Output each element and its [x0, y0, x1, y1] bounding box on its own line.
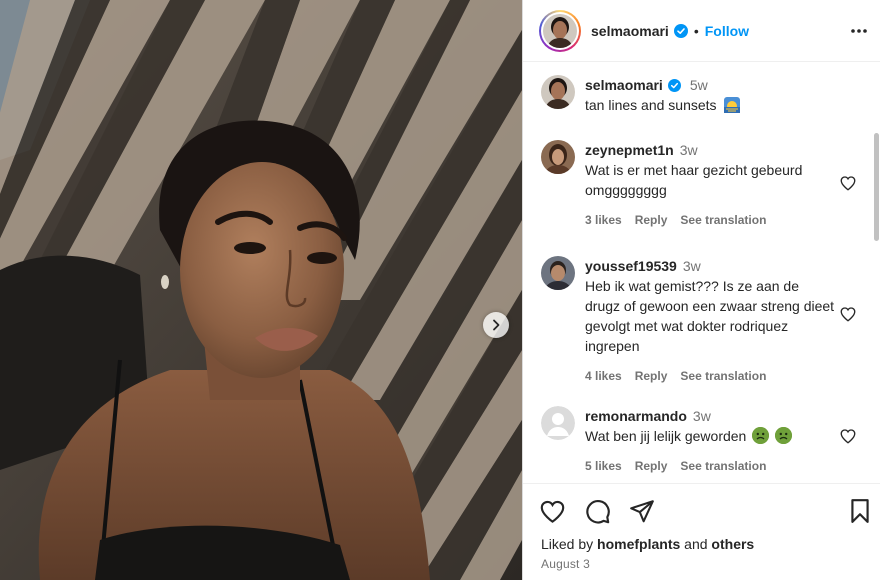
author-avatar-story-ring[interactable] [539, 9, 581, 52]
see-translation-button[interactable]: See translation [680, 369, 766, 383]
heart-icon[interactable] [539, 498, 566, 525]
comment-item: youssef19539 3w Heb ik wat gemist??? Is z… [541, 256, 880, 386]
comment-item: zeynepmet1n 3w Wat is er met haar gezicht… [541, 140, 880, 230]
comment-time[interactable]: 3w [693, 408, 711, 424]
comment-like-heart-icon[interactable] [839, 174, 857, 192]
comment-username[interactable]: zeynepmet1n [585, 142, 674, 158]
comment-time[interactable]: 3w [680, 142, 698, 158]
comment-meta: 3 likes Reply See translation [585, 210, 835, 230]
see-translation-button[interactable]: See translation [680, 459, 766, 473]
sunset-emoji-icon [724, 97, 741, 113]
verified-badge-icon [673, 23, 688, 38]
comment-like-heart-icon[interactable] [839, 427, 857, 445]
liked-by-user[interactable]: homefplants [597, 536, 680, 552]
author-avatar [543, 13, 577, 48]
reply-button[interactable]: Reply [635, 213, 668, 227]
commenter-avatar[interactable] [541, 140, 575, 174]
comment-text: Heb ik wat gemist??? Is ze aan de drugz … [585, 278, 835, 354]
separator-dot: • [693, 22, 699, 39]
comment-text: Wat ben jij lelijk geworden [585, 428, 747, 444]
bookmark-icon[interactable] [848, 498, 872, 524]
more-options-icon[interactable] [850, 22, 868, 40]
comment-likes-count[interactable]: 3 likes [585, 213, 622, 227]
author-avatar[interactable] [541, 75, 575, 109]
comment-icon[interactable] [584, 498, 611, 525]
liked-by-summary: Liked by homefplants and others [541, 536, 754, 552]
liked-by-others[interactable]: others [711, 536, 754, 552]
next-photo-button[interactable] [483, 312, 509, 338]
comment-like-heart-icon[interactable] [839, 305, 857, 323]
photo-image [0, 0, 522, 580]
comments-list[interactable]: selmaomari 5w tan lines and sunsets zeyn… [523, 63, 880, 483]
caption-time[interactable]: 5w [690, 77, 708, 93]
follow-button[interactable]: Follow [705, 23, 749, 39]
comment-meta: 5 likes Reply See translation [585, 456, 835, 476]
post-side-panel: selmaomari • Follow selmaomari 5w tan li… [522, 0, 880, 580]
post-header: selmaomari • Follow [523, 0, 880, 62]
comment-likes-count[interactable]: 5 likes [585, 459, 622, 473]
author-username[interactable]: selmaomari [591, 23, 669, 39]
paper-plane-icon[interactable] [629, 498, 655, 524]
liked-by-prefix: Liked by [541, 536, 598, 552]
comment-likes-count[interactable]: 4 likes [585, 369, 622, 383]
comment-meta: 4 likes Reply See translation [585, 366, 835, 386]
liked-by-and: and [680, 536, 712, 552]
comment-item: remonarmando 3w Wat ben jij lelijk geword… [541, 406, 880, 476]
reply-button[interactable]: Reply [635, 369, 668, 383]
comment-time[interactable]: 3w [683, 258, 701, 274]
verified-badge-icon [667, 79, 681, 92]
nauseated-face-emoji-icon [752, 427, 770, 444]
caption-text: tan lines and sunsets [585, 97, 717, 113]
see-translation-button[interactable]: See translation [680, 213, 766, 227]
post-date[interactable]: August 3 [541, 557, 590, 571]
chevron-right-icon [493, 319, 500, 331]
post-modal: selmaomari • Follow selmaomari 5w tan li… [0, 0, 880, 580]
comment-text: Wat is er met haar gezicht gebeurd omggg… [585, 162, 803, 198]
comment-username[interactable]: remonarmando [585, 408, 687, 424]
nauseated-face-emoji-icon [775, 427, 793, 444]
commenter-avatar[interactable] [541, 256, 575, 290]
reply-button[interactable]: Reply [635, 459, 668, 473]
post-actions: Liked by homefplants and others August 3 [523, 483, 880, 580]
comments-scrollbar[interactable] [874, 133, 879, 241]
comment-username[interactable]: youssef19539 [585, 258, 677, 274]
caption: selmaomari 5w tan lines and sunsets [541, 75, 880, 115]
caption-username[interactable]: selmaomari [585, 77, 663, 93]
post-photo [0, 0, 522, 580]
default-avatar-icon[interactable] [541, 406, 575, 440]
